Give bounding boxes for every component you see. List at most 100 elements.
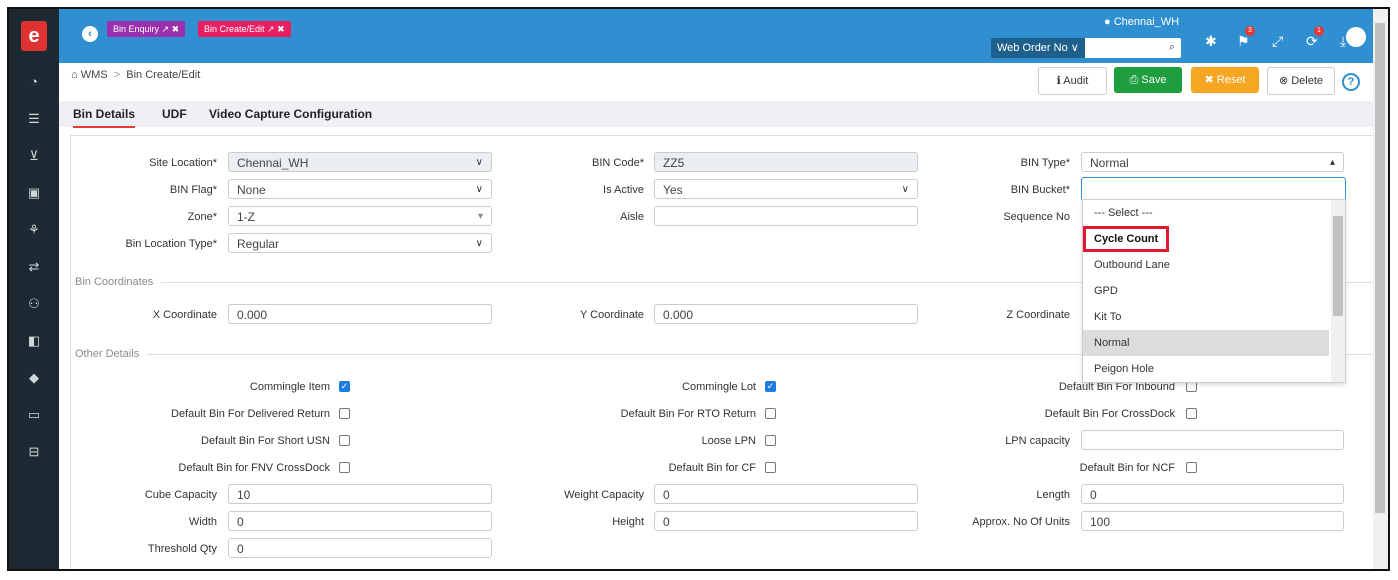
tab-bin-enquiry[interactable]: Bin Enquiry ↗ ✖	[107, 21, 186, 37]
cart-icon[interactable]: ⊻	[9, 137, 59, 174]
delivered-return-label: Default Bin For Delivered Return	[171, 408, 330, 420]
bin-cf-label: Default Bin for CF	[668, 462, 756, 474]
bin-flag-select[interactable]: None ∨	[228, 179, 492, 199]
fnv-crossdock-checkbox[interactable]	[339, 462, 350, 473]
chevron-down-icon: ∨	[475, 184, 483, 195]
y-coordinate-field[interactable]: 0.000	[654, 304, 918, 324]
dashboard-icon[interactable]: ◔	[9, 63, 59, 100]
length-label: Length	[1036, 489, 1070, 501]
page-scroll-thumb[interactable]	[1375, 23, 1385, 513]
chevron-down-icon: ∨	[475, 238, 483, 249]
site-location-select[interactable]: Chennai_WH ∨	[228, 152, 492, 172]
bin-location-type-select[interactable]: Regular ∨	[228, 233, 492, 253]
avatar[interactable]	[1346, 27, 1366, 47]
aisle-field[interactable]	[654, 206, 918, 226]
short-usn-checkbox[interactable]	[339, 435, 350, 446]
reset-button[interactable]: ✖ Reset	[1191, 67, 1259, 93]
dropdown-option[interactable]: Kit To	[1083, 304, 1329, 330]
audit-button[interactable]: ℹ Audit	[1038, 67, 1107, 95]
zone-label: Zone*	[187, 211, 217, 223]
expand-icon[interactable]: ⤢	[1272, 33, 1283, 50]
chevron-down-icon: ∨	[901, 184, 909, 195]
network-icon[interactable]: ⚘	[9, 211, 59, 248]
diamond-icon[interactable]: ◆	[9, 359, 59, 396]
height-label: Height	[612, 516, 644, 528]
weight-capacity-label: Weight Capacity	[564, 489, 644, 501]
x-coordinate-field[interactable]: 0.000	[228, 304, 492, 324]
site-location-label: Site Location*	[149, 157, 217, 169]
bin-coordinates-title: Bin Coordinates	[75, 276, 154, 288]
page-scrollbar[interactable]	[1373, 9, 1388, 569]
tab-video-capture[interactable]: Video Capture Configuration	[209, 107, 372, 121]
bin-type-label: BIN Type*	[1020, 157, 1070, 169]
briefcase-icon[interactable]: ▣	[9, 174, 59, 211]
commingle-lot-checkbox[interactable]: ✓	[765, 381, 776, 392]
delete-button[interactable]: ⊗ Delete	[1267, 67, 1335, 95]
bin-bucket-select[interactable]	[1081, 177, 1346, 201]
dropdown-option[interactable]: --- Select ---	[1083, 200, 1329, 226]
dropdown-option[interactable]: GPD	[1083, 278, 1329, 304]
dropdown-scrollbar[interactable]	[1331, 200, 1345, 382]
dropdown-option[interactable]: Outbound Lane	[1083, 252, 1329, 278]
settings-icon[interactable]: ✱	[1205, 33, 1217, 50]
caret-down-icon: ▾	[477, 211, 483, 222]
back-icon[interactable]: ‹	[82, 26, 98, 42]
aisle-label: Aisle	[620, 211, 644, 223]
user-add-icon[interactable]: ⚇	[9, 285, 59, 322]
bin-ncf-checkbox[interactable]	[1186, 462, 1197, 473]
tab-udf[interactable]: UDF	[162, 107, 187, 121]
tab-bin-details[interactable]: Bin Details	[73, 107, 136, 128]
bin-cf-checkbox[interactable]	[765, 462, 776, 473]
bin-code-field[interactable]: ZZ5	[654, 152, 918, 172]
cube-capacity-label: Cube Capacity	[144, 489, 217, 501]
delivered-return-checkbox[interactable]	[339, 408, 350, 419]
y-coordinate-label: Y Coordinate	[579, 309, 644, 321]
sync-badge: 1	[1314, 26, 1324, 36]
sync-icon[interactable]: ⟳ 1	[1306, 26, 1324, 50]
rto-return-checkbox[interactable]	[765, 408, 776, 419]
weight-capacity-field[interactable]: 0	[654, 484, 918, 504]
length-field[interactable]: 0	[1081, 484, 1344, 504]
lpn-capacity-field[interactable]	[1081, 430, 1344, 450]
bin-flag-label: BIN Flag*	[169, 184, 217, 196]
threshold-qty-field[interactable]: 0	[228, 538, 492, 558]
transfer-icon[interactable]: ⇄	[9, 248, 59, 285]
app-logo[interactable]: e	[9, 9, 59, 63]
dropdown-option-hovered[interactable]: Normal	[1083, 330, 1329, 356]
bin-type-value: Normal	[1090, 156, 1129, 170]
zone-select[interactable]: 1-Z ▾	[228, 206, 492, 226]
list-icon[interactable]: ☰	[9, 100, 59, 137]
is-active-select[interactable]: Yes ∨	[654, 179, 918, 199]
save-button[interactable]: ⎙ Save	[1114, 67, 1182, 93]
sequence-no-label: Sequence No	[1003, 211, 1070, 223]
commingle-item-checkbox[interactable]: ✓	[339, 381, 350, 392]
breadcrumb-home[interactable]: ⌂ WMS	[71, 69, 108, 81]
chevron-down-icon: ∨	[475, 157, 483, 168]
crossdock-checkbox[interactable]	[1186, 408, 1197, 419]
order-search-input[interactable]: ⌕	[1085, 38, 1181, 58]
inbox-icon[interactable]: ⊟	[9, 433, 59, 470]
tag-icon[interactable]: ◧	[9, 322, 59, 359]
search-icon[interactable]: ⌕	[1169, 41, 1175, 54]
dropdown-option[interactable]: Peigon Hole	[1083, 356, 1329, 382]
bin-type-select[interactable]: Normal ▴	[1081, 152, 1344, 172]
loose-lpn-label: Loose LPN	[701, 435, 756, 447]
help-icon[interactable]: ?	[1342, 73, 1360, 91]
zone-value: 1-Z	[237, 210, 255, 224]
width-field[interactable]: 0	[228, 511, 492, 531]
dropdown-option-highlighted[interactable]: Cycle Count	[1083, 226, 1329, 252]
card-icon[interactable]: ▭	[9, 396, 59, 433]
approx-units-label: Approx. No Of Units	[972, 516, 1070, 528]
tab-bin-create-edit[interactable]: Bin Create/Edit ↗ ✖	[198, 21, 291, 37]
short-usn-label: Default Bin For Short USN	[201, 435, 330, 447]
bin-ncf-label: Default Bin for NCF	[1079, 462, 1175, 474]
commingle-lot-label: Commingle Lot	[682, 381, 756, 393]
dropdown-scroll-thumb[interactable]	[1333, 216, 1343, 316]
loose-lpn-checkbox[interactable]	[765, 435, 776, 446]
cube-capacity-field[interactable]: 10	[228, 484, 492, 504]
height-field[interactable]: 0	[654, 511, 918, 531]
location-label[interactable]: ● Chennai_WH	[1104, 16, 1179, 28]
approx-units-field[interactable]: 100	[1081, 511, 1344, 531]
flag-icon[interactable]: ⚑ 3	[1237, 26, 1255, 50]
order-type-select[interactable]: Web Order No ∨	[991, 38, 1089, 58]
